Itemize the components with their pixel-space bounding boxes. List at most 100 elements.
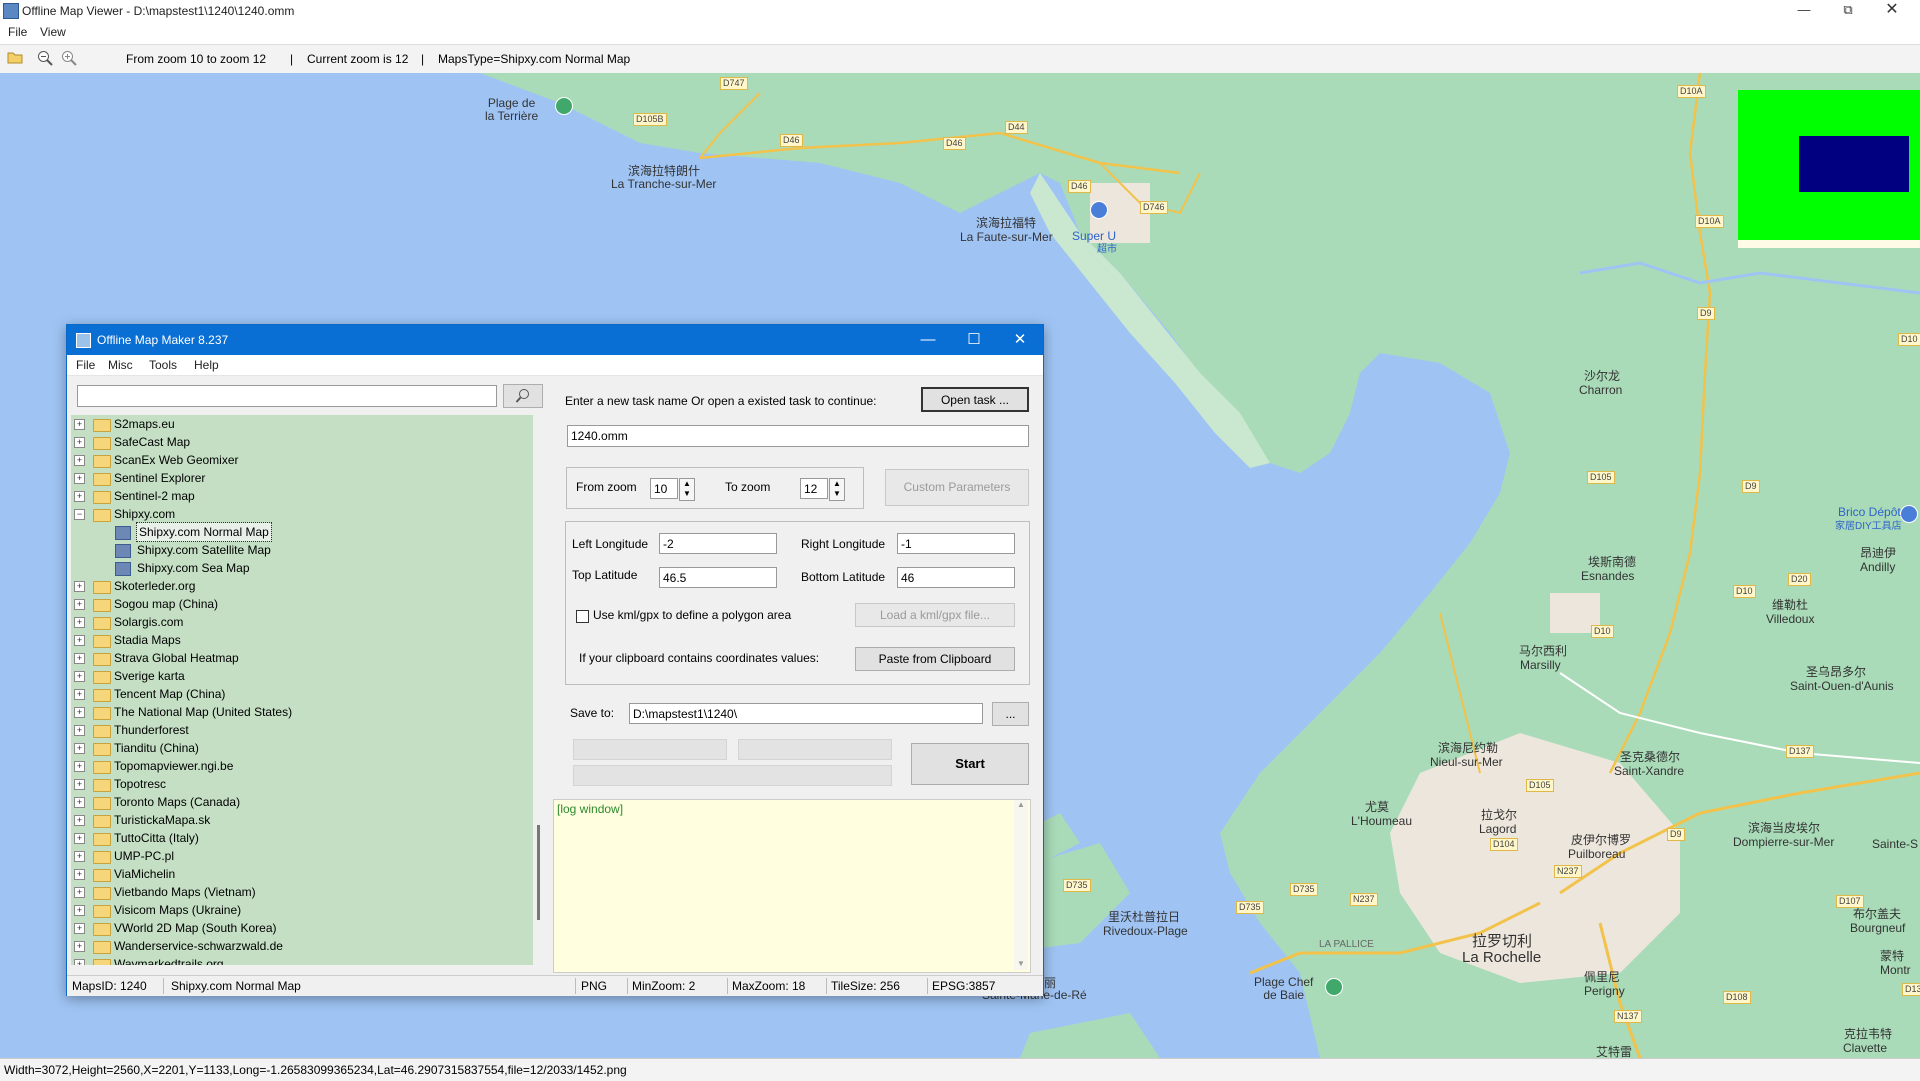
open-task-button[interactable]: Open task ... (921, 387, 1029, 412)
paste-clipboard-button[interactable]: Paste from Clipboard (855, 647, 1015, 671)
expand-icon[interactable]: + (74, 581, 85, 592)
from-zoom-stepper[interactable]: ▲ ▼ (679, 478, 695, 501)
expand-icon[interactable]: + (74, 761, 85, 772)
dialog-minimize-icon[interactable]: — (905, 325, 951, 355)
expand-icon[interactable]: + (74, 491, 85, 502)
tree-folder-item[interactable]: + Sentinel-2 map (71, 487, 511, 505)
tree-folder-item[interactable]: + ScanEx Web Geomixer (71, 451, 511, 469)
tree-folder-item[interactable]: + UMP-PC.pl (71, 847, 511, 865)
minimap[interactable] (1738, 90, 1920, 248)
restore-icon[interactable]: ⧉ (1826, 0, 1870, 22)
minimap-viewport[interactable] (1799, 136, 1909, 192)
dialog-titlebar[interactable]: Offline Map Maker 8.237 — ☐ ✕ (67, 325, 1043, 355)
left-longitude-input[interactable] (659, 533, 777, 554)
tree-folder-item[interactable]: + Vietbando Maps (Vietnam) (71, 883, 511, 901)
bottom-latitude-input[interactable] (897, 567, 1015, 588)
expand-icon[interactable]: + (74, 671, 85, 682)
tree-scrollbar[interactable] (533, 415, 547, 965)
save-to-input[interactable] (629, 703, 983, 724)
expand-icon[interactable]: + (74, 869, 85, 880)
tree-folder-item[interactable]: + Solargis.com (71, 613, 511, 631)
expand-icon[interactable]: + (74, 653, 85, 664)
kml-checkbox[interactable] (576, 610, 589, 623)
tree-folder-item[interactable]: + Visicom Maps (Ukraine) (71, 901, 511, 919)
expand-icon[interactable]: + (74, 887, 85, 898)
expand-icon[interactable]: + (74, 455, 85, 466)
expand-icon[interactable]: + (74, 959, 85, 965)
browse-button[interactable]: ... (992, 702, 1029, 726)
start-button[interactable]: Start (911, 743, 1029, 785)
dialog-menu-misc[interactable]: Misc (108, 358, 133, 372)
tree-folder-item[interactable]: + Thunderforest (71, 721, 511, 739)
from-zoom-input[interactable] (650, 478, 678, 499)
task-name-input[interactable] (567, 425, 1029, 447)
expand-icon[interactable]: + (74, 941, 85, 952)
map-source-tree[interactable]: + S2maps.eu + SafeCast Map + ScanEx Web Geomi… (71, 415, 533, 965)
expand-icon[interactable]: + (74, 437, 85, 448)
tree-map-item[interactable]: Shipxy.com Satellite Map (71, 541, 511, 559)
kml-checkbox-label[interactable]: Use kml/gpx to define a polygon area (593, 608, 791, 622)
expand-icon[interactable]: + (74, 779, 85, 790)
custom-parameters-button[interactable]: Custom Parameters (885, 469, 1029, 506)
search-input[interactable] (77, 385, 497, 407)
tree-folder-item[interactable]: + TuttoCitta (Italy) (71, 829, 511, 847)
tree-folder-item[interactable]: + S2maps.eu (71, 415, 511, 433)
tree-folder-item[interactable]: + Strava Global Heatmap (71, 649, 511, 667)
tree-folder-item[interactable]: − Shipxy.com (71, 505, 511, 523)
tree-folder-item[interactable]: + Sverige karta (71, 667, 511, 685)
tree-folder-item[interactable]: + Topotresc (71, 775, 511, 793)
tree-scrollbar-thumb[interactable] (537, 825, 540, 920)
expand-icon[interactable]: + (74, 635, 85, 646)
expand-icon[interactable]: + (74, 707, 85, 718)
store-pin-icon[interactable] (1900, 505, 1918, 523)
expand-icon[interactable]: + (74, 815, 85, 826)
tree-folder-item[interactable]: + Sentinel Explorer (71, 469, 511, 487)
tree-folder-item[interactable]: + VWorld 2D Map (South Korea) (71, 919, 511, 937)
expand-icon[interactable]: + (74, 419, 85, 430)
zoom-out-icon[interactable] (36, 50, 54, 68)
tree-folder-item[interactable]: + ViaMichelin (71, 865, 511, 883)
expand-icon[interactable]: + (74, 833, 85, 844)
tree-folder-item[interactable]: + Sogou map (China) (71, 595, 511, 613)
expand-icon[interactable]: + (74, 473, 85, 484)
open-folder-icon[interactable] (6, 50, 24, 68)
dialog-maximize-icon[interactable]: ☐ (951, 325, 997, 355)
log-window[interactable]: [log window] ▲ ▼ (553, 799, 1031, 973)
beach-pin-icon[interactable] (555, 97, 573, 115)
tree-folder-item[interactable]: + SafeCast Map (71, 433, 511, 451)
expand-icon[interactable]: + (74, 617, 85, 628)
tree-map-item[interactable]: Shipxy.com Normal Map (71, 522, 511, 542)
tree-folder-item[interactable]: + Stadia Maps (71, 631, 511, 649)
expand-icon[interactable]: + (74, 923, 85, 934)
collapse-icon[interactable]: − (74, 509, 85, 520)
tree-folder-item[interactable]: + Skoterleder.org (71, 577, 511, 595)
tree-map-item[interactable]: Shipxy.com Sea Map (71, 559, 511, 577)
tree-folder-item[interactable]: + Toronto Maps (Canada) (71, 793, 511, 811)
tree-folder-item[interactable]: + Topomapviewer.ngi.be (71, 757, 511, 775)
minimize-icon[interactable]: — (1782, 0, 1826, 22)
menu-file[interactable]: File (8, 25, 27, 39)
expand-icon[interactable]: + (74, 689, 85, 700)
shop-pin-icon[interactable] (1090, 201, 1108, 219)
expand-icon[interactable]: + (74, 725, 85, 736)
expand-icon[interactable]: + (74, 905, 85, 916)
dialog-menu-file[interactable]: File (76, 358, 95, 372)
expand-icon[interactable]: + (74, 743, 85, 754)
expand-icon[interactable]: + (74, 797, 85, 808)
log-scrollbar[interactable]: ▲ ▼ (1014, 800, 1028, 970)
dialog-close-icon[interactable]: ✕ (997, 325, 1043, 355)
search-button[interactable] (503, 384, 543, 408)
tree-folder-item[interactable]: + Waymarkedtrails.org (71, 955, 511, 965)
to-zoom-stepper[interactable]: ▲ ▼ (829, 478, 845, 501)
menu-view[interactable]: View (40, 25, 66, 39)
close-icon[interactable]: ✕ (1870, 0, 1914, 22)
beach-pin-icon[interactable] (1325, 978, 1343, 996)
tree-folder-item[interactable]: + Tencent Map (China) (71, 685, 511, 703)
dialog-menu-help[interactable]: Help (194, 358, 219, 372)
tree-folder-item[interactable]: + Tianditu (China) (71, 739, 511, 757)
top-latitude-input[interactable] (659, 567, 777, 588)
zoom-in-icon[interactable] (60, 50, 78, 68)
tree-folder-item[interactable]: + The National Map (United States) (71, 703, 511, 721)
right-longitude-input[interactable] (897, 533, 1015, 554)
expand-icon[interactable]: + (74, 851, 85, 862)
